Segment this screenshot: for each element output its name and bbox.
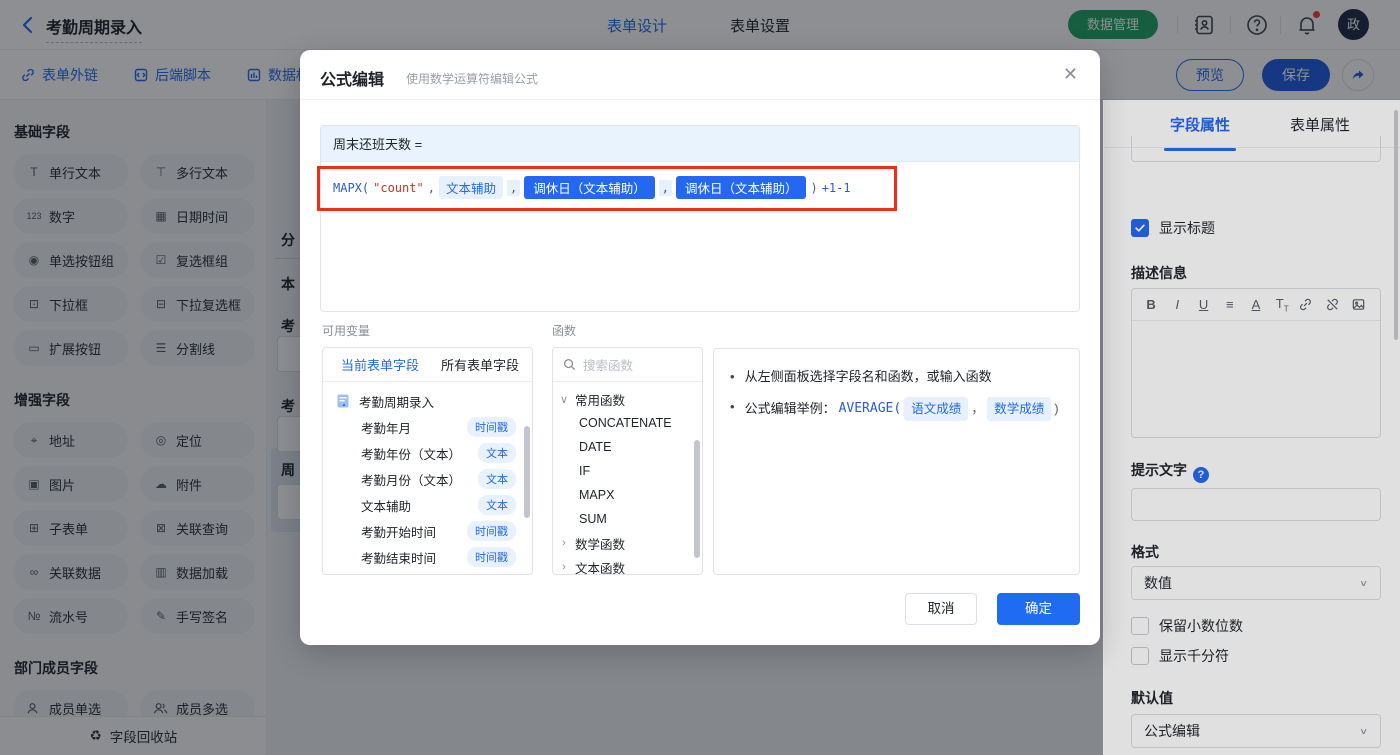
- formula-editor-box: 周末还班天数 = MAPX("count", 文本辅助 , 调休日（文本辅助） …: [320, 125, 1080, 312]
- hint-help-icon[interactable]: ?: [1193, 467, 1209, 483]
- formula-string-arg: "count": [373, 181, 424, 195]
- function-item[interactable]: CONCATENATE: [553, 411, 702, 435]
- chevron-down-icon: ∨: [1359, 578, 1368, 588]
- form-doc-icon: [337, 394, 349, 408]
- variable-field-row[interactable]: 考勤开始时间时间戳: [323, 518, 532, 544]
- formula-target-row: 周末还班天数 =: [321, 126, 1079, 162]
- cancel-button[interactable]: 取消: [905, 593, 977, 625]
- function-item[interactable]: IF: [553, 459, 702, 483]
- variable-field-row[interactable]: 考勤年份（文本）文本: [323, 440, 532, 466]
- properties-body: 显示标题 描述信息 B I U ≡ A TT 提示文字? 格式 数值 ∨: [1104, 148, 1400, 755]
- description-editor[interactable]: B I U ≡ A TT: [1131, 288, 1381, 438]
- formula-input-area[interactable]: MAPX("count", 文本辅助 , 调休日（文本辅助） , 调休日（文本辅…: [321, 162, 1079, 312]
- function-item[interactable]: MAPX: [553, 483, 702, 507]
- function-item[interactable]: DATE: [553, 435, 702, 459]
- font-color-icon[interactable]: A: [1246, 297, 1266, 312]
- field-token-selected[interactable]: 调休日（文本辅助）: [524, 176, 655, 199]
- tip-line-1: • 从左侧面板选择字段名和函数，或输入函数: [730, 367, 1063, 387]
- close-icon[interactable]: ✕: [1063, 64, 1078, 85]
- tab-all-form-fields[interactable]: 所有表单字段: [441, 355, 519, 374]
- bullet: •: [730, 397, 735, 417]
- field-type-badge: 文本: [478, 443, 516, 463]
- function-group-text[interactable]: ›文本函数: [553, 555, 702, 575]
- field-type-badge: 时间戳: [467, 547, 516, 567]
- variable-field-row[interactable]: 考勤月份（文本）文本: [323, 466, 532, 492]
- checkbox-unchecked-icon[interactable]: [1131, 647, 1149, 665]
- function-search-box[interactable]: 搜索函数: [553, 348, 702, 382]
- checkbox-checked-icon[interactable]: [1131, 219, 1149, 237]
- variables-panel: 当前表单字段 所有表单字段 考勤周期录入 考勤年月时间戳 考勤年份（文本）文本 …: [322, 347, 533, 575]
- bold-icon[interactable]: B: [1141, 297, 1161, 312]
- variables-label: 可用变量: [322, 322, 370, 339]
- formula-expression: MAPX("count", 文本辅助 , 调休日（文本辅助） , 调休日（文本辅…: [333, 176, 1067, 199]
- insert-link-icon[interactable]: [1298, 297, 1318, 312]
- function-item[interactable]: SUM: [553, 507, 702, 531]
- modal-subtitle: 使用数学运算符编辑公式: [406, 70, 538, 87]
- tip-line-2: • 公式编辑举例：AVERAGE( 语文成绩 ， 数学成绩 ): [730, 397, 1063, 421]
- function-group-math[interactable]: ›数学函数: [553, 531, 702, 555]
- default-value-label: 默认值: [1131, 688, 1173, 708]
- field-token-selected[interactable]: 调休日（文本辅助）: [676, 176, 807, 199]
- variables-tabs: 当前表单字段 所有表单字段: [323, 348, 532, 382]
- formula-tail-expression: +1-1: [822, 181, 851, 195]
- font-size-icon[interactable]: TT: [1272, 296, 1292, 314]
- decimal-digits-checkbox-row[interactable]: 保留小数位数: [1131, 616, 1243, 636]
- search-icon: [563, 358, 576, 371]
- chevron-down-icon: ∨: [553, 393, 575, 406]
- modal-header: 公式编辑 使用数学运算符编辑公式 ✕: [300, 50, 1100, 100]
- field-type-badge: 文本: [478, 469, 516, 489]
- variable-field-row[interactable]: 考勤结束时间时间戳: [323, 544, 532, 570]
- format-label: 格式: [1131, 542, 1159, 562]
- confirm-button[interactable]: 确定: [997, 593, 1080, 625]
- description-editor-content[interactable]: [1132, 321, 1380, 438]
- tab-form-properties[interactable]: 表单属性: [1290, 114, 1350, 135]
- default-value-select[interactable]: 公式编辑 ∨: [1131, 714, 1381, 748]
- functions-label: 函数: [552, 322, 576, 339]
- field-token-light[interactable]: 文本辅助: [439, 176, 503, 199]
- example-field-token: 数学成绩: [987, 397, 1051, 421]
- tips-panel: • 从左侧面板选择字段名和函数，或输入函数 • 公式编辑举例：AVERAGE( …: [713, 348, 1080, 575]
- align-icon[interactable]: ≡: [1220, 297, 1240, 312]
- field-type-badge: 时间戳: [467, 521, 516, 541]
- hint-text-label: 提示文字?: [1131, 460, 1209, 483]
- properties-sidebar: 字段属性 表单属性 显示标题 描述信息 B I U ≡ A TT: [1103, 100, 1400, 755]
- field-type-badge: 时间戳: [467, 417, 516, 437]
- underline-icon[interactable]: U: [1194, 297, 1214, 312]
- functions-panel: 搜索函数 ∨常用函数 CONCATENATE DATE IF MAPX SUM …: [552, 347, 703, 575]
- show-title-checkbox-row[interactable]: 显示标题: [1131, 218, 1215, 238]
- modal-title: 公式编辑: [320, 66, 384, 90]
- rich-text-toolbar: B I U ≡ A TT: [1132, 289, 1380, 321]
- function-group-common[interactable]: ∨常用函数: [553, 387, 702, 411]
- variables-scrollbar[interactable]: [524, 426, 530, 518]
- chevron-right-icon: ›: [553, 537, 575, 549]
- formula-function-name: MAPX(: [333, 181, 369, 195]
- italic-icon[interactable]: I: [1167, 297, 1187, 312]
- remove-link-icon[interactable]: [1325, 297, 1345, 312]
- formula-edit-modal: 公式编辑 使用数学运算符编辑公式 ✕ 周末还班天数 = MAPX( "count"…: [300, 50, 1100, 645]
- variable-field-row[interactable]: 考勤年月时间戳: [323, 414, 532, 440]
- sidebar-scrollbar[interactable]: [1394, 110, 1398, 340]
- description-label: 描述信息: [1131, 263, 1187, 283]
- hint-text-input[interactable]: [1131, 488, 1381, 521]
- title-input-partial[interactable]: [1131, 136, 1381, 162]
- format-select[interactable]: 数值 ∨: [1131, 566, 1381, 600]
- functions-scrollbar[interactable]: [694, 440, 700, 558]
- insert-image-icon[interactable]: [1351, 297, 1371, 312]
- thousand-separator-checkbox-row[interactable]: 显示千分符: [1131, 646, 1229, 666]
- bullet: •: [730, 367, 735, 387]
- tab-field-properties[interactable]: 字段属性: [1170, 114, 1230, 135]
- form-tree-root[interactable]: 考勤周期录入: [323, 388, 532, 414]
- chevron-down-icon: ∨: [1359, 726, 1368, 736]
- search-placeholder: 搜索函数: [583, 355, 633, 374]
- variable-field-row[interactable]: 文本辅助文本: [323, 492, 532, 518]
- field-type-badge: 文本: [478, 495, 516, 515]
- checkbox-unchecked-icon[interactable]: [1131, 617, 1149, 635]
- tab-current-form-fields[interactable]: 当前表单字段: [341, 355, 419, 374]
- chevron-right-icon: ›: [553, 561, 575, 573]
- example-field-token: 语文成绩: [904, 397, 968, 421]
